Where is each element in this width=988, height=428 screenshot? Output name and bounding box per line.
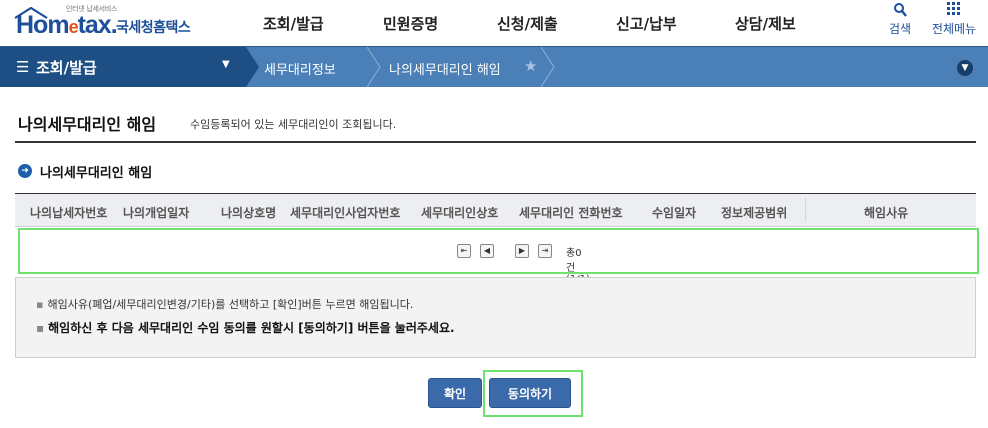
column-header-agent-name[interactable]: 세무대리인상호 xyxy=(421,204,498,221)
confirm-button[interactable]: 확인 xyxy=(428,378,482,408)
search-icon xyxy=(885,2,915,20)
logo-wordmark: Hometax. xyxy=(16,11,118,39)
all-menu-button[interactable]: 전체메뉴 xyxy=(927,2,981,37)
last-page-icon[interactable]: ⇥ xyxy=(538,244,552,258)
favorite-star-icon[interactable]: ★ xyxy=(524,57,537,75)
notice-item: ▪ 해임사유(폐업/세무대리인변경/기타)를 선택하고 [확인]버튼 누르면 해임… xyxy=(36,298,414,311)
column-header-agent-phone[interactable]: 세무대리인 전화번호 xyxy=(519,204,623,221)
first-page-icon[interactable]: ⇤ xyxy=(457,244,471,258)
prev-page-icon[interactable]: ◀ xyxy=(480,244,494,258)
table-header: 나의납세자번호 나의개업일자 나의상호명 세무대리인사업자번호 세무대리인상호 … xyxy=(15,193,976,227)
chevron-down-icon[interactable]: ▼ xyxy=(957,60,973,76)
column-header-agent-biz-no[interactable]: 세무대리인사업자번호 xyxy=(290,204,420,221)
title-divider xyxy=(15,141,976,143)
gnb-menu-inquiry[interactable]: 조회/발급 xyxy=(263,13,324,34)
all-menu-label: 전체메뉴 xyxy=(931,22,977,36)
current-menu-label: 조회/발급 xyxy=(36,59,97,77)
column-header-info-scope[interactable]: 정보제공범위 xyxy=(721,204,787,221)
search-button[interactable]: 검색 xyxy=(885,2,915,37)
hamburger-icon: ☰ xyxy=(16,58,30,76)
location-bar: ☰ 조회/발급 ▼ 세무대리정보 나의세무대리인 해임 ★ ▼ xyxy=(0,46,988,87)
notice-box: ▪ 해임사유(폐업/세무대리인변경/기타)를 선택하고 [확인]버튼 누르면 해임… xyxy=(15,277,976,358)
column-header-open-date[interactable]: 나의개업일자 xyxy=(123,204,189,221)
agree-button[interactable]: 동의하기 xyxy=(489,378,571,408)
current-menu-dropdown[interactable]: ☰ 조회/발급 ▼ xyxy=(0,47,246,87)
gnb-menu-report[interactable]: 신고/납부 xyxy=(616,13,677,34)
column-header-taxpayer-no[interactable]: 나의납세자번호 xyxy=(30,204,107,221)
gnb-menu-apply[interactable]: 신청/제출 xyxy=(497,13,558,34)
gnb-menu-certificate[interactable]: 민원증명 xyxy=(383,13,438,34)
next-page-icon[interactable]: ▶ xyxy=(515,244,529,258)
logo-korean-name: 국세청홈택스 xyxy=(116,20,191,36)
column-header-engage-date[interactable]: 수임일자 xyxy=(652,204,696,221)
breadcrumb-agent-info[interactable]: 세무대리정보 xyxy=(264,59,336,78)
caret-down-icon: ▼ xyxy=(222,59,230,70)
breadcrumb-separator-icon xyxy=(246,47,259,87)
breadcrumb-dismiss-agent[interactable]: 나의세무대리인 해임 xyxy=(389,59,501,78)
page-title: 나의세무대리인 해임 xyxy=(18,115,157,134)
search-label: 검색 xyxy=(888,22,912,36)
column-header-company-name[interactable]: 나의상호명 xyxy=(221,204,276,221)
breadcrumb-separator-icon xyxy=(367,47,381,87)
section-title: 나의세무대리인 해임 xyxy=(40,166,153,181)
table-body: ⇤ ◀ ▶ ⇥ 총0건(1/1) xyxy=(18,228,979,285)
gnb-menu-consult[interactable]: 상담/제보 xyxy=(735,13,796,34)
top-header: 인터넷 납세서비스 Hometax. 국세청홈택스 조회/발급 민원증명 신청/… xyxy=(0,0,988,46)
column-header-dismiss-reason[interactable]: 해임사유 xyxy=(864,204,908,221)
breadcrumb-separator-icon xyxy=(541,47,555,87)
hometax-logo[interactable]: 인터넷 납세서비스 Hometax. 국세청홈택스 xyxy=(14,2,204,42)
page-description: 수임등록되어 있는 세무대리인이 조회됩니다. xyxy=(190,118,397,131)
grid-menu-icon xyxy=(927,2,981,20)
notice-item-emphasis: ▪ 해임하신 후 다음 세무대리인 수임 동의를 원할시 [동의하기] 버튼을 눌… xyxy=(36,321,455,335)
column-divider xyxy=(805,198,806,222)
arrow-right-circle-icon: ➜ xyxy=(18,164,32,178)
